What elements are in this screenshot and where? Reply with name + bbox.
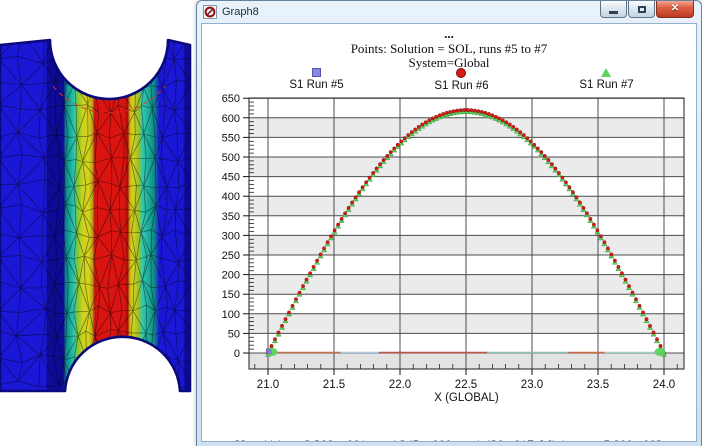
svg-text:22.0: 22.0	[389, 379, 411, 391]
minimize-button[interactable]	[600, 1, 627, 18]
chart-title: Points: Solution = SOL, runs #5 to #7	[202, 41, 696, 56]
triangle-marker-icon	[601, 68, 611, 77]
graph-window: Graph8 ✕ ... Points: Solution = SOL, run…	[196, 0, 702, 446]
app-icon	[203, 5, 217, 19]
chart-overflow-indicator: ...	[202, 29, 696, 38]
minimize-icon	[609, 11, 618, 14]
close-button[interactable]: ✕	[656, 1, 694, 18]
svg-text:600: 600	[222, 113, 240, 125]
svg-text:250: 250	[222, 250, 240, 262]
svg-text:23.5: 23.5	[587, 379, 609, 391]
svg-text:22.5: 22.5	[455, 379, 477, 391]
desktop: Graph8 ✕ ... Points: Solution = SOL, run…	[0, 0, 702, 446]
svg-text:X (GLOBAL): X (GLOBAL)	[434, 392, 499, 404]
window-controls: ✕	[599, 1, 694, 18]
svg-text:21.5: 21.5	[323, 379, 345, 391]
svg-text:450: 450	[222, 172, 240, 184]
svg-text:24.0: 24.0	[653, 379, 675, 391]
maximize-icon	[638, 6, 646, 13]
svg-text:21.0: 21.0	[257, 379, 279, 391]
plot-area[interactable]: 0 50 100 150 200 250 300 350 400 450 500 550 600 650 2…	[202, 91, 697, 407]
circle-marker-icon	[456, 68, 466, 78]
svg-text:500: 500	[222, 152, 240, 164]
graph-content: ... Points: Solution = SOL, runs #5 to #…	[201, 23, 697, 442]
chart-header: ... Points: Solution = SOL, runs #5 to #…	[202, 29, 696, 70]
svg-text:550: 550	[222, 132, 240, 144]
svg-text:300: 300	[222, 230, 240, 242]
svg-text:50: 50	[228, 328, 240, 340]
svg-text:0: 0	[234, 348, 240, 360]
svg-text:23.0: 23.0	[521, 379, 543, 391]
fea-contour-model[interactable]	[0, 0, 196, 446]
svg-text:650: 650	[222, 93, 240, 105]
square-marker-icon	[312, 68, 321, 77]
svg-text:400: 400	[222, 191, 240, 203]
legend-label-run5: S1 Run #5	[289, 79, 343, 91]
status-line-1: N= 114, x= 2.398e+001, y= 4.245e+000, z=…	[202, 437, 696, 442]
svg-text:200: 200	[222, 270, 240, 282]
legend-label-run7: S1 Run #7	[579, 79, 633, 91]
window-titlebar[interactable]: Graph8 ✕	[197, 1, 701, 23]
window-title: Graph8	[222, 6, 259, 18]
maximize-button[interactable]	[628, 1, 655, 18]
svg-text:350: 350	[222, 211, 240, 223]
svg-text:100: 100	[222, 309, 240, 321]
svg-text:150: 150	[222, 289, 240, 301]
cursor-status: N= 114, x= 2.398e+001, y= 4.245e+000, z=…	[202, 407, 696, 442]
close-icon: ✕	[671, 4, 679, 14]
